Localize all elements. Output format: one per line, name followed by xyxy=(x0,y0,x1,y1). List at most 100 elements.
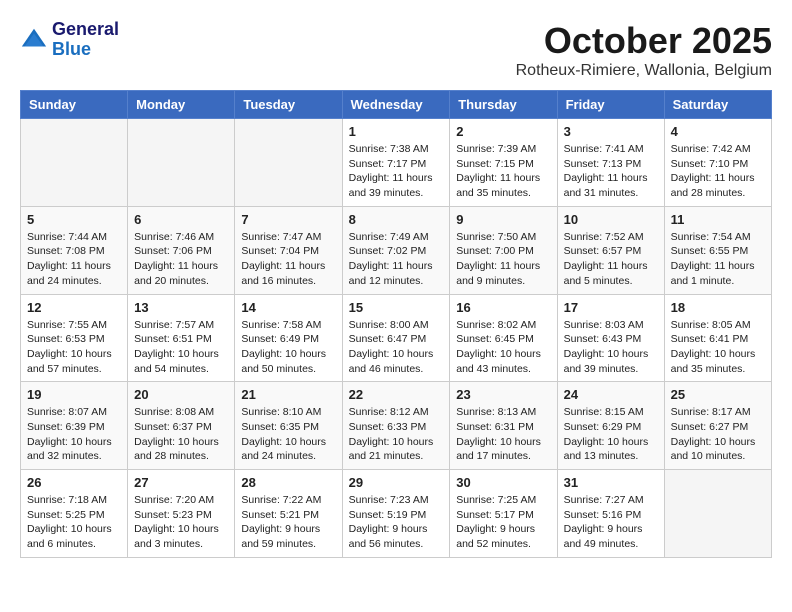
day-number: 21 xyxy=(241,387,335,402)
calendar-cell: 6 Sunrise: 7:46 AM Sunset: 7:06 PM Daylig… xyxy=(128,206,235,294)
weekday-header-friday: Friday xyxy=(557,91,664,119)
week-row-1: 1 Sunrise: 7:38 AM Sunset: 7:17 PM Daylig… xyxy=(21,119,772,207)
day-info: Sunrise: 8:12 AM Sunset: 6:33 PM Dayligh… xyxy=(349,405,444,464)
day-number: 6 xyxy=(134,212,228,227)
calendar-cell: 14Sunrise: 7:58 AM Sunset: 6:49 PM Dayli… xyxy=(235,294,342,382)
day-number: 24 xyxy=(564,387,658,402)
header: General Blue October 2025 Rotheux-Rimier… xyxy=(20,20,772,80)
calendar-cell: 1 Sunrise: 7:38 AM Sunset: 7:17 PM Daylig… xyxy=(342,119,450,207)
calendar: SundayMondayTuesdayWednesdayThursdayFrid… xyxy=(20,90,772,558)
weekday-header-tuesday: Tuesday xyxy=(235,91,342,119)
day-number: 5 xyxy=(27,212,121,227)
day-info: Sunrise: 7:39 AM Sunset: 7:15 PM Dayligh… xyxy=(456,142,550,201)
day-info: Sunrise: 7:42 AM Sunset: 7:10 PM Dayligh… xyxy=(671,142,765,201)
calendar-cell: 31 Sunrise: 7:27 AM Sunset: 5:16 PM Dayli… xyxy=(557,470,664,558)
day-info: Sunrise: 8:02 AM Sunset: 6:45 PM Dayligh… xyxy=(456,318,550,377)
day-number: 12 xyxy=(27,300,121,315)
day-number: 27 xyxy=(134,475,228,490)
calendar-cell xyxy=(664,470,771,558)
day-info: Sunrise: 8:03 AM Sunset: 6:43 PM Dayligh… xyxy=(564,318,658,377)
week-row-5: 26Sunrise: 7:18 AM Sunset: 5:25 PM Dayli… xyxy=(21,470,772,558)
calendar-cell: 11Sunrise: 7:54 AM Sunset: 6:55 PM Dayli… xyxy=(664,206,771,294)
day-info: Sunrise: 7:55 AM Sunset: 6:53 PM Dayligh… xyxy=(27,318,121,377)
calendar-header: SundayMondayTuesdayWednesdayThursdayFrid… xyxy=(21,91,772,119)
calendar-cell: 28 Sunrise: 7:22 AM Sunset: 5:21 PM Dayli… xyxy=(235,470,342,558)
calendar-cell: 21 Sunrise: 8:10 AM Sunset: 6:35 PM Dayli… xyxy=(235,382,342,470)
day-number: 1 xyxy=(349,124,444,139)
weekday-header-sunday: Sunday xyxy=(21,91,128,119)
calendar-cell: 25 Sunrise: 8:17 AM Sunset: 6:27 PM Dayli… xyxy=(664,382,771,470)
day-info: Sunrise: 7:22 AM Sunset: 5:21 PM Dayligh… xyxy=(241,493,335,552)
day-number: 14 xyxy=(241,300,335,315)
logo-text-general: General xyxy=(52,20,119,40)
day-number: 4 xyxy=(671,124,765,139)
week-row-3: 12 Sunrise: 7:55 AM Sunset: 6:53 PM Dayli… xyxy=(21,294,772,382)
day-number: 28 xyxy=(241,475,335,490)
day-info: Sunrise: 7:38 AM Sunset: 7:17 PM Dayligh… xyxy=(349,142,444,201)
day-info: Sunrise: 8:10 AM Sunset: 6:35 PM Dayligh… xyxy=(241,405,335,464)
calendar-cell xyxy=(128,119,235,207)
day-info: Sunrise: 7:20 AM Sunset: 5:23 PM Dayligh… xyxy=(134,493,228,552)
week-row-4: 19 Sunrise: 8:07 AM Sunset: 6:39 PM Dayli… xyxy=(21,382,772,470)
day-number: 16 xyxy=(456,300,550,315)
day-number: 17 xyxy=(564,300,658,315)
week-row-2: 5 Sunrise: 7:44 AM Sunset: 7:08 PM Daylig… xyxy=(21,206,772,294)
calendar-cell: 22 Sunrise: 8:12 AM Sunset: 6:33 PM Dayli… xyxy=(342,382,450,470)
day-info: Sunrise: 7:54 AM Sunset: 6:55 PM Dayligh… xyxy=(671,230,765,289)
calendar-cell: 27 Sunrise: 7:20 AM Sunset: 5:23 PM Dayli… xyxy=(128,470,235,558)
calendar-cell: 4 Sunrise: 7:42 AM Sunset: 7:10 PM Daylig… xyxy=(664,119,771,207)
day-info: Sunrise: 7:41 AM Sunset: 7:13 PM Dayligh… xyxy=(564,142,658,201)
day-number: 15 xyxy=(349,300,444,315)
day-info: Sunrise: 7:49 AM Sunset: 7:02 PM Dayligh… xyxy=(349,230,444,289)
day-info: Sunrise: 8:00 AM Sunset: 6:47 PM Dayligh… xyxy=(349,318,444,377)
day-info: Sunrise: 7:27 AM Sunset: 5:16 PM Dayligh… xyxy=(564,493,658,552)
calendar-cell: 18Sunrise: 8:05 AM Sunset: 6:41 PM Dayli… xyxy=(664,294,771,382)
day-number: 2 xyxy=(456,124,550,139)
day-info: Sunrise: 8:07 AM Sunset: 6:39 PM Dayligh… xyxy=(27,405,121,464)
calendar-cell: 30 Sunrise: 7:25 AM Sunset: 5:17 PM Dayli… xyxy=(450,470,557,558)
day-number: 9 xyxy=(456,212,550,227)
day-number: 10 xyxy=(564,212,658,227)
calendar-cell: 17 Sunrise: 8:03 AM Sunset: 6:43 PM Dayli… xyxy=(557,294,664,382)
day-info: Sunrise: 8:15 AM Sunset: 6:29 PM Dayligh… xyxy=(564,405,658,464)
day-info: Sunrise: 8:13 AM Sunset: 6:31 PM Dayligh… xyxy=(456,405,550,464)
day-info: Sunrise: 7:57 AM Sunset: 6:51 PM Dayligh… xyxy=(134,318,228,377)
weekday-header-saturday: Saturday xyxy=(664,91,771,119)
day-number: 3 xyxy=(564,124,658,139)
calendar-cell: 7Sunrise: 7:47 AM Sunset: 7:04 PM Daylig… xyxy=(235,206,342,294)
calendar-cell: 20Sunrise: 8:08 AM Sunset: 6:37 PM Dayli… xyxy=(128,382,235,470)
calendar-cell: 24 Sunrise: 8:15 AM Sunset: 6:29 PM Dayli… xyxy=(557,382,664,470)
day-info: Sunrise: 8:17 AM Sunset: 6:27 PM Dayligh… xyxy=(671,405,765,464)
calendar-body: 1 Sunrise: 7:38 AM Sunset: 7:17 PM Daylig… xyxy=(21,119,772,558)
calendar-cell: 2 Sunrise: 7:39 AM Sunset: 7:15 PM Daylig… xyxy=(450,119,557,207)
day-info: Sunrise: 7:46 AM Sunset: 7:06 PM Dayligh… xyxy=(134,230,228,289)
day-info: Sunrise: 7:44 AM Sunset: 7:08 PM Dayligh… xyxy=(27,230,121,289)
logo: General Blue xyxy=(20,20,119,60)
day-info: Sunrise: 7:25 AM Sunset: 5:17 PM Dayligh… xyxy=(456,493,550,552)
day-info: Sunrise: 7:50 AM Sunset: 7:00 PM Dayligh… xyxy=(456,230,550,289)
day-number: 25 xyxy=(671,387,765,402)
calendar-cell: 8Sunrise: 7:49 AM Sunset: 7:02 PM Daylig… xyxy=(342,206,450,294)
day-number: 19 xyxy=(27,387,121,402)
location-title: Rotheux-Rimiere, Wallonia, Belgium xyxy=(516,62,772,80)
logo-text-blue: Blue xyxy=(52,40,119,60)
day-number: 30 xyxy=(456,475,550,490)
day-number: 31 xyxy=(564,475,658,490)
day-number: 22 xyxy=(349,387,444,402)
calendar-cell xyxy=(235,119,342,207)
day-number: 23 xyxy=(456,387,550,402)
calendar-cell: 16 Sunrise: 8:02 AM Sunset: 6:45 PM Dayli… xyxy=(450,294,557,382)
month-title: October 2025 xyxy=(516,20,772,62)
day-info: Sunrise: 8:05 AM Sunset: 6:41 PM Dayligh… xyxy=(671,318,765,377)
day-number: 13 xyxy=(134,300,228,315)
weekday-header-wednesday: Wednesday xyxy=(342,91,450,119)
calendar-cell: 13 Sunrise: 7:57 AM Sunset: 6:51 PM Dayli… xyxy=(128,294,235,382)
calendar-cell: 12 Sunrise: 7:55 AM Sunset: 6:53 PM Dayli… xyxy=(21,294,128,382)
calendar-cell: 5 Sunrise: 7:44 AM Sunset: 7:08 PM Daylig… xyxy=(21,206,128,294)
day-number: 7 xyxy=(241,212,335,227)
calendar-cell: 26Sunrise: 7:18 AM Sunset: 5:25 PM Dayli… xyxy=(21,470,128,558)
day-info: Sunrise: 7:52 AM Sunset: 6:57 PM Dayligh… xyxy=(564,230,658,289)
day-info: Sunrise: 7:18 AM Sunset: 5:25 PM Dayligh… xyxy=(27,493,121,552)
calendar-cell: 23 Sunrise: 8:13 AM Sunset: 6:31 PM Dayli… xyxy=(450,382,557,470)
weekday-header-thursday: Thursday xyxy=(450,91,557,119)
